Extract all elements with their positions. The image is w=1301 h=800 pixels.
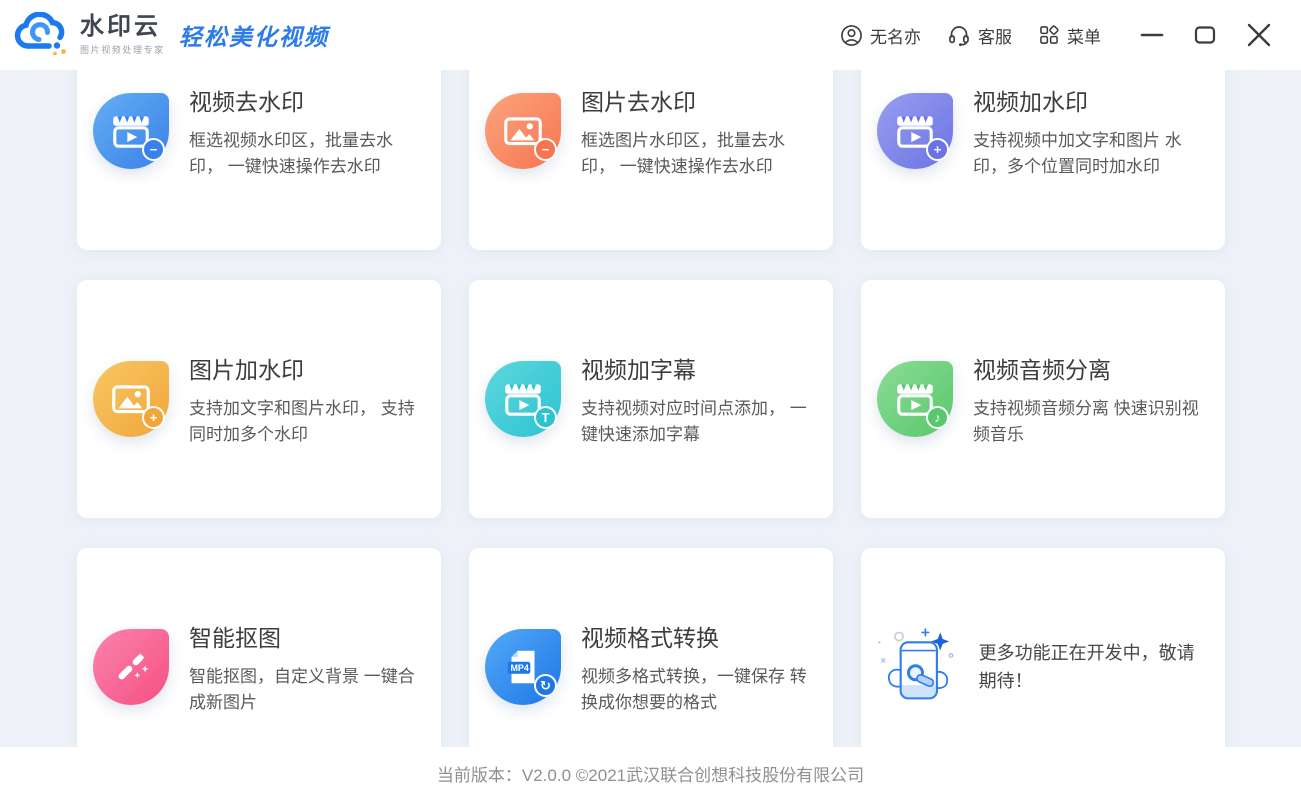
video-clapper-icon: T bbox=[485, 361, 561, 437]
customer-service-button[interactable]: 客服 bbox=[947, 23, 1012, 48]
card-video-add-subtitle[interactable]: T 视频加字幕 支持视频对应时间点添加， 一键快速添加字幕 bbox=[469, 280, 833, 518]
app-logo: 水印云 图片视频处理专家 bbox=[14, 12, 165, 58]
minus-badge-icon: − bbox=[142, 138, 165, 161]
app-slogan: 轻松美化视频 bbox=[179, 18, 329, 52]
card-title: 图片去水印 bbox=[581, 83, 817, 117]
card-image-remove-watermark[interactable]: − 图片去水印 框选图片水印区，批量去水印， 一键快速操作去水印 bbox=[469, 70, 833, 250]
card-desc: 框选图片水印区，批量去水印， 一键快速操作去水印 bbox=[581, 128, 817, 180]
card-image-add-watermark[interactable]: + 图片加水印 支持加文字和图片水印， 支持同时加多个水印 bbox=[77, 280, 441, 518]
titlebar: 水印云 图片视频处理专家 轻松美化视频 无名亦 客服 bbox=[0, 0, 1301, 70]
magic-wand-icon bbox=[93, 629, 169, 705]
card-desc: 视频多格式转换，一键保存 转换成你想要的格式 bbox=[581, 664, 817, 716]
music-note-badge-icon: ♪ bbox=[926, 406, 949, 429]
text-badge-icon: T bbox=[534, 406, 557, 429]
video-clapper-icon: ♪ bbox=[877, 361, 953, 437]
close-button[interactable] bbox=[1245, 21, 1273, 49]
plus-badge-icon: + bbox=[142, 406, 165, 429]
card-video-format-convert[interactable]: MP4 ↻ 视频格式转换 视频多格式转换，一键保存 转换成你想要的格式 bbox=[469, 548, 833, 747]
card-more-features: 更多功能正在开发中，敬请期待！ bbox=[861, 548, 1225, 747]
app-name: 水印云 bbox=[80, 14, 165, 40]
card-title: 视频加水印 bbox=[973, 83, 1209, 117]
menu-button[interactable]: 菜单 bbox=[1038, 23, 1101, 48]
minimize-icon bbox=[1139, 22, 1165, 48]
user-icon bbox=[840, 24, 863, 47]
card-desc: 框选视频水印区，批量去水印， 一键快速操作去水印 bbox=[189, 128, 425, 180]
cloud-logo-icon bbox=[14, 12, 72, 58]
main-content: − 视频去水印 框选视频水印区，批量去水印， 一键快速操作去水印 − 图片去水印… bbox=[0, 70, 1301, 747]
card-title: 视频音频分离 bbox=[973, 351, 1209, 385]
grid-menu-icon bbox=[1038, 24, 1060, 46]
svg-text:MP4: MP4 bbox=[510, 663, 528, 673]
menu-label: 菜单 bbox=[1067, 23, 1101, 48]
headset-icon bbox=[947, 23, 971, 47]
card-desc: 支持视频对应时间点添加， 一键快速添加字幕 bbox=[581, 396, 817, 448]
video-clapper-icon: + bbox=[877, 93, 953, 169]
image-icon: − bbox=[485, 93, 561, 169]
feature-grid: − 视频去水印 框选视频水印区，批量去水印， 一键快速操作去水印 − 图片去水印… bbox=[77, 70, 1225, 747]
more-features-text: 更多功能正在开发中，敬请期待！ bbox=[979, 639, 1209, 695]
footer: 当前版本：V2.0.0 ©2021武汉联合创想科技股份有限公司 bbox=[0, 747, 1301, 800]
card-title: 视频格式转换 bbox=[581, 619, 817, 653]
card-title: 智能抠图 bbox=[189, 619, 425, 653]
minimize-button[interactable] bbox=[1139, 22, 1165, 48]
maximize-icon bbox=[1192, 22, 1218, 48]
app-tagline: 图片视频处理专家 bbox=[80, 43, 165, 56]
mp4-file-icon: MP4 ↻ bbox=[485, 629, 561, 705]
convert-badge-icon: ↻ bbox=[534, 674, 557, 697]
maximize-button[interactable] bbox=[1192, 22, 1218, 48]
card-smart-cutout[interactable]: 智能抠图 智能抠图，自定义背景 一键合成新图片 bbox=[77, 548, 441, 747]
plus-badge-icon: + bbox=[926, 138, 949, 161]
card-title: 图片加水印 bbox=[189, 351, 425, 385]
close-icon bbox=[1245, 21, 1273, 49]
video-clapper-icon: − bbox=[93, 93, 169, 169]
customer-service-label: 客服 bbox=[978, 23, 1012, 48]
version-text: 当前版本：V2.0.0 ©2021武汉联合创想科技股份有限公司 bbox=[437, 761, 864, 786]
card-desc: 支持视频音频分离 快速识别视频音乐 bbox=[973, 396, 1209, 448]
minus-badge-icon: − bbox=[534, 138, 557, 161]
card-title: 视频去水印 bbox=[189, 83, 425, 117]
card-desc: 智能抠图，自定义背景 一键合成新图片 bbox=[189, 664, 425, 716]
card-video-remove-watermark[interactable]: − 视频去水印 框选视频水印区，批量去水印， 一键快速操作去水印 bbox=[77, 70, 441, 250]
user-name-label: 无名亦 bbox=[870, 23, 921, 48]
image-icon: + bbox=[93, 361, 169, 437]
under-construction-illustration-icon bbox=[871, 618, 967, 716]
user-account-button[interactable]: 无名亦 bbox=[840, 23, 921, 48]
card-title: 视频加字幕 bbox=[581, 351, 817, 385]
card-desc: 支持加文字和图片水印， 支持同时加多个水印 bbox=[189, 396, 425, 448]
card-video-audio-separate[interactable]: ♪ 视频音频分离 支持视频音频分离 快速识别视频音乐 bbox=[861, 280, 1225, 518]
card-video-add-watermark[interactable]: + 视频加水印 支持视频中加文字和图片 水印，多个位置同时加水印 bbox=[861, 70, 1225, 250]
card-desc: 支持视频中加文字和图片 水印，多个位置同时加水印 bbox=[973, 128, 1209, 180]
